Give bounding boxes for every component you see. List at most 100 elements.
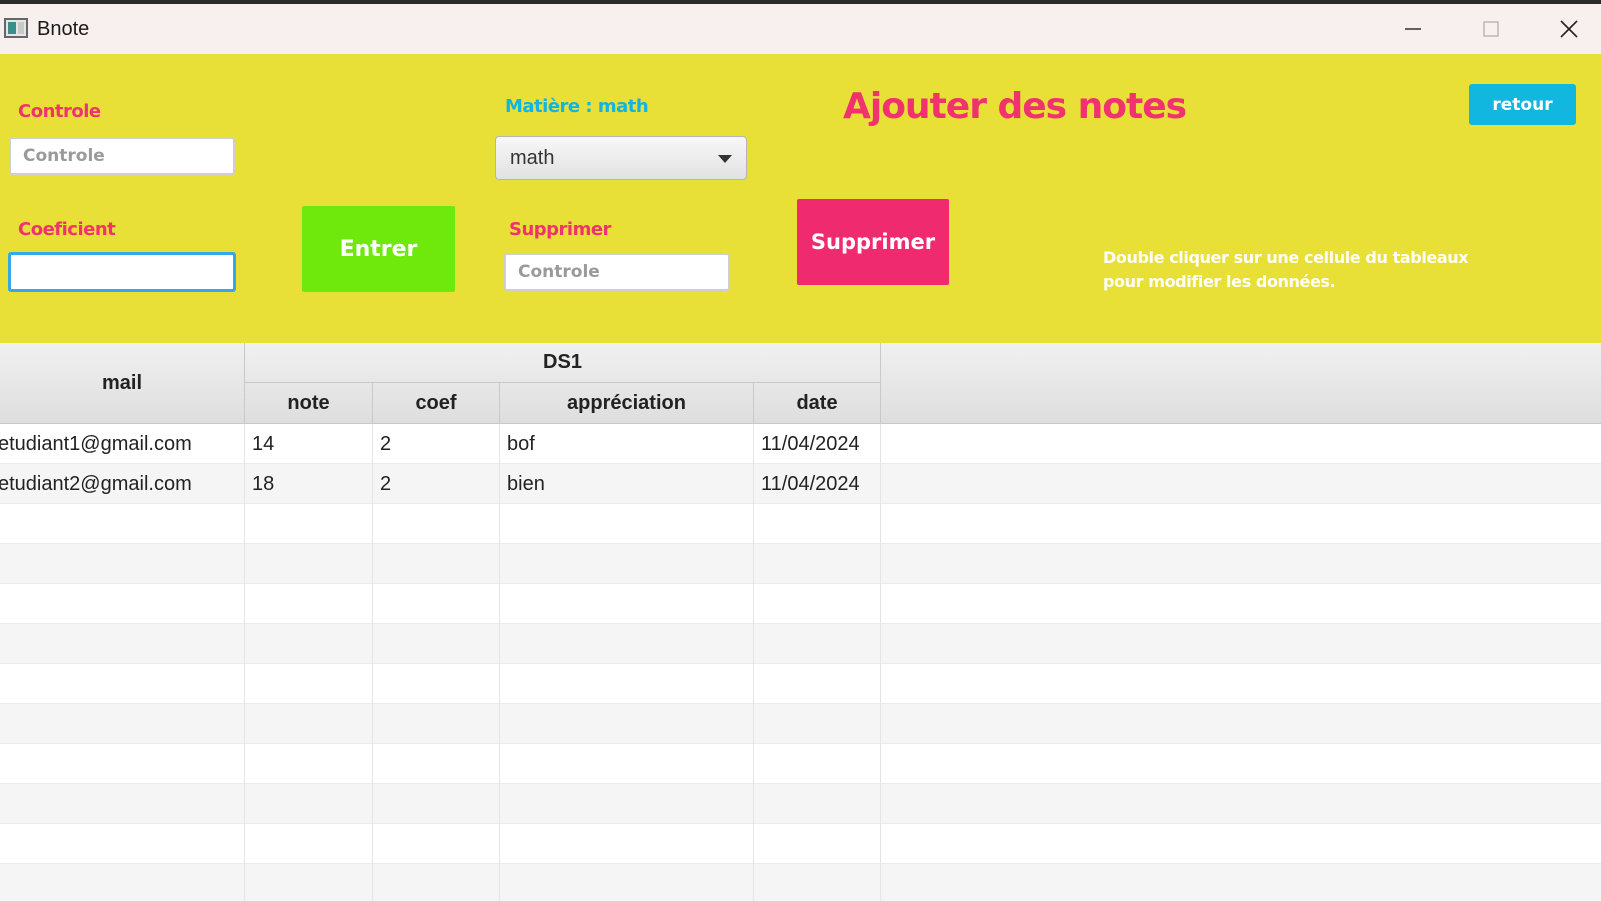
cell-appreciation[interactable]: [500, 784, 754, 824]
maximize-button[interactable]: [1461, 4, 1521, 54]
cell-coef[interactable]: [373, 704, 500, 744]
cell-coef[interactable]: [373, 784, 500, 824]
cell-note[interactable]: [245, 824, 373, 864]
empty-table-row[interactable]: [0, 824, 1601, 864]
cell-appreciation[interactable]: [500, 704, 754, 744]
table-row[interactable]: etudiant2@gmail.com 18 2 bien 11/04/2024: [0, 464, 1601, 504]
cell-date[interactable]: [754, 504, 881, 544]
cell-mail[interactable]: [0, 544, 245, 584]
coefficient-label: Coeficient: [18, 219, 116, 240]
empty-table-row[interactable]: [0, 544, 1601, 584]
cell-note[interactable]: 14: [245, 424, 373, 464]
cell-coef[interactable]: [373, 864, 500, 901]
cell-note[interactable]: [245, 704, 373, 744]
cell-mail[interactable]: [0, 664, 245, 704]
cell-appreciation[interactable]: [500, 544, 754, 584]
subject-label: Matière : math: [505, 96, 649, 117]
cell-appreciation[interactable]: [500, 624, 754, 664]
cell-date[interactable]: [754, 744, 881, 784]
empty-table-row[interactable]: [0, 704, 1601, 744]
cell-note[interactable]: [245, 784, 373, 824]
column-header-appreciation[interactable]: appréciation: [500, 383, 754, 424]
cell-appreciation[interactable]: bien: [500, 464, 754, 504]
form-panel: Controle Coeficient Entrer Matière : mat…: [0, 54, 1601, 343]
cell-mail[interactable]: [0, 504, 245, 544]
table-row[interactable]: etudiant1@gmail.com 14 2 bof 11/04/2024: [0, 424, 1601, 464]
cell-mail[interactable]: [0, 824, 245, 864]
empty-table-row[interactable]: [0, 664, 1601, 704]
empty-table-row[interactable]: [0, 864, 1601, 901]
delete-button[interactable]: Supprimer: [797, 199, 949, 285]
cell-date[interactable]: [754, 664, 881, 704]
subject-select[interactable]: math: [495, 136, 747, 180]
cell-date[interactable]: [754, 784, 881, 824]
empty-table-row[interactable]: [0, 624, 1601, 664]
dropdown-arrow-icon: [718, 155, 732, 163]
cell-date[interactable]: [754, 824, 881, 864]
cell-mail[interactable]: [0, 784, 245, 824]
column-header-coef[interactable]: coef: [373, 383, 500, 424]
column-header-note[interactable]: note: [245, 383, 373, 424]
column-header-date[interactable]: date: [754, 383, 881, 424]
cell-coef[interactable]: [373, 664, 500, 704]
cell-appreciation[interactable]: [500, 864, 754, 901]
column-header-mail[interactable]: mail: [0, 343, 245, 424]
cell-mail[interactable]: [0, 744, 245, 784]
empty-table-row[interactable]: [0, 784, 1601, 824]
cell-coef[interactable]: [373, 544, 500, 584]
table-header: mail DS1 note coef appréciation date: [0, 343, 1601, 424]
grades-table: mail DS1 note coef appréciation date etu…: [0, 343, 1601, 901]
cell-appreciation[interactable]: bof: [500, 424, 754, 464]
cell-note[interactable]: 18: [245, 464, 373, 504]
cell-note[interactable]: [245, 504, 373, 544]
cell-date[interactable]: 11/04/2024: [754, 424, 881, 464]
delete-controle-input[interactable]: [504, 253, 730, 291]
empty-table-row[interactable]: [0, 744, 1601, 784]
cell-mail[interactable]: [0, 624, 245, 664]
close-button[interactable]: [1539, 4, 1599, 54]
delete-label: Supprimer: [509, 219, 611, 240]
cell-note[interactable]: [245, 624, 373, 664]
empty-table-row[interactable]: [0, 504, 1601, 544]
cell-appreciation[interactable]: [500, 584, 754, 624]
cell-coef[interactable]: 2: [373, 424, 500, 464]
cell-date[interactable]: [754, 544, 881, 584]
cell-coef[interactable]: [373, 744, 500, 784]
cell-date[interactable]: 11/04/2024: [754, 464, 881, 504]
cell-coef[interactable]: [373, 584, 500, 624]
cell-mail[interactable]: [0, 704, 245, 744]
cell-note[interactable]: [245, 664, 373, 704]
cell-appreciation[interactable]: [500, 504, 754, 544]
cell-date[interactable]: [754, 864, 881, 901]
cell-coef[interactable]: 2: [373, 464, 500, 504]
cell-mail[interactable]: [0, 584, 245, 624]
cell-note[interactable]: [245, 864, 373, 901]
controle-label: Controle: [18, 101, 101, 122]
cell-mail[interactable]: etudiant2@gmail.com: [0, 464, 245, 504]
column-group-ds1[interactable]: DS1: [245, 343, 881, 383]
cell-note[interactable]: [245, 744, 373, 784]
cell-coef[interactable]: [373, 504, 500, 544]
cell-date[interactable]: [754, 624, 881, 664]
enter-button[interactable]: Entrer: [302, 206, 455, 292]
cell-date[interactable]: [754, 584, 881, 624]
minimize-button[interactable]: [1383, 4, 1443, 54]
maximize-icon: [1483, 21, 1499, 37]
cell-appreciation[interactable]: [500, 824, 754, 864]
empty-table-row[interactable]: [0, 584, 1601, 624]
cell-appreciation[interactable]: [500, 664, 754, 704]
cell-appreciation[interactable]: [500, 744, 754, 784]
cell-date[interactable]: [754, 704, 881, 744]
controle-input[interactable]: [9, 137, 235, 175]
edit-hint-text: Double cliquer sur une cellule du tablea…: [1103, 248, 1469, 291]
cell-coef[interactable]: [373, 624, 500, 664]
page-heading: Ajouter des notes: [843, 86, 1187, 127]
cell-note[interactable]: [245, 584, 373, 624]
back-button[interactable]: retour: [1469, 84, 1576, 125]
cell-note[interactable]: [245, 544, 373, 584]
cell-mail[interactable]: etudiant1@gmail.com: [0, 424, 245, 464]
coefficient-input[interactable]: [8, 252, 236, 292]
subject-selected-value: math: [510, 147, 555, 169]
cell-mail[interactable]: [0, 864, 245, 901]
cell-coef[interactable]: [373, 824, 500, 864]
